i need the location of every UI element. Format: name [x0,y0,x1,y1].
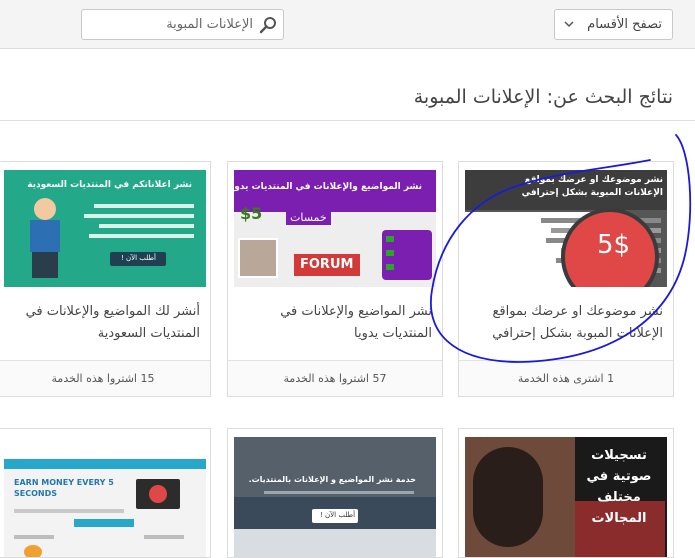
chevron-down-icon [564,21,574,28]
purchase-count: 57 اشتروا هذه الخدمة [283,372,387,385]
thumbnail-forum-text: FORUM [300,257,354,272]
thumbnail-heading: نشر اعلاناتكم في المنتديات السعودية [27,180,192,190]
search-icon[interactable] [259,16,277,34]
thumbnail-heading: خدمة نشر المواضيع و الإعلانات بالمنتديات… [248,475,416,484]
service-card[interactable]: نشر اعلاناتكم في المنتديات السعودية أطلب… [0,161,211,397]
card-footer: 1 اشترى هذه الخدمة [459,360,673,396]
thumbnail-subtitle: خمسات [286,210,331,225]
service-card[interactable]: خدمة نشر المواضيع و الإعلانات بالمنتديات… [227,428,443,558]
service-card[interactable]: نشر موضوعك او عرضك بمواقع الإعلانات المب… [458,161,674,397]
card-footer: 57 اشتروا هذه الخدمة [228,360,442,396]
browse-categories-dropdown[interactable]: تصفح الأقسام [554,9,673,40]
service-thumbnail[interactable]: خدمة نشر المواضيع و الإعلانات بالمنتديات… [234,437,436,557]
browse-categories-label: تصفح الأقسام [587,17,662,32]
service-card[interactable]: نشر المواضيع والإعلانات في المنتديات يدو… [227,161,443,397]
service-thumbnail[interactable]: نشر موضوعك او عرضك بمواقع الإعلانات المب… [465,170,667,287]
page-title: نتائج البحث عن: الإعلانات المبوبة [413,86,673,108]
thumbnail-order-button: أطلب الآن ! [320,511,356,519]
thumbnail-heading: نشر موضوعك او عرضك بمواقع الإعلانات المب… [521,175,663,198]
purchase-count: 15 اشتروا هذه الخدمة [51,372,155,385]
service-thumbnail[interactable]: نشر اعلاناتكم في المنتديات السعودية أطلب… [4,170,206,287]
service-thumbnail[interactable]: نشر المواضيع والإعلانات في المنتديات يدو… [234,170,436,287]
service-title[interactable]: نشر المواضيع والإعلانات في المنتديات يدو… [232,301,432,345]
service-title[interactable]: أنشر لك المواضيع والإعلانات في المنتديات… [0,301,200,345]
search-placeholder: الإعلانات المبوبة [166,17,253,32]
divider [0,120,695,121]
service-card[interactable]: تسجيلات صوتية في مختلف المجالات [458,428,674,558]
top-bar: الإعلانات المبوبة تصفح الأقسام [0,0,695,49]
thumbnail-heading: نشر المواضيع والإعلانات في المنتديات يدو… [234,182,422,192]
service-card[interactable]: EARN MONEY EVERY 5 SECONDS [0,428,211,558]
service-title[interactable]: نشر موضوعك او عرضك بمواقع الإعلانات المب… [463,301,663,345]
search-input[interactable]: الإعلانات المبوبة [81,9,284,40]
service-thumbnail[interactable]: EARN MONEY EVERY 5 SECONDS [4,437,206,557]
thumbnail-heading: EARN MONEY EVERY 5 SECONDS [14,478,114,498]
card-footer: 15 اشتروا هذه الخدمة [0,360,210,396]
service-thumbnail[interactable]: تسجيلات صوتية في مختلف المجالات [465,437,667,557]
thumbnail-price: $5 [240,204,263,223]
thumbnail-heading: تسجيلات صوتية في مختلف المجالات [586,448,652,526]
thumbnail-price: 5$ [597,230,631,260]
purchase-count: 1 اشترى هذه الخدمة [517,372,615,385]
thumbnail-order-button: أطلب الآن ! [120,254,156,262]
